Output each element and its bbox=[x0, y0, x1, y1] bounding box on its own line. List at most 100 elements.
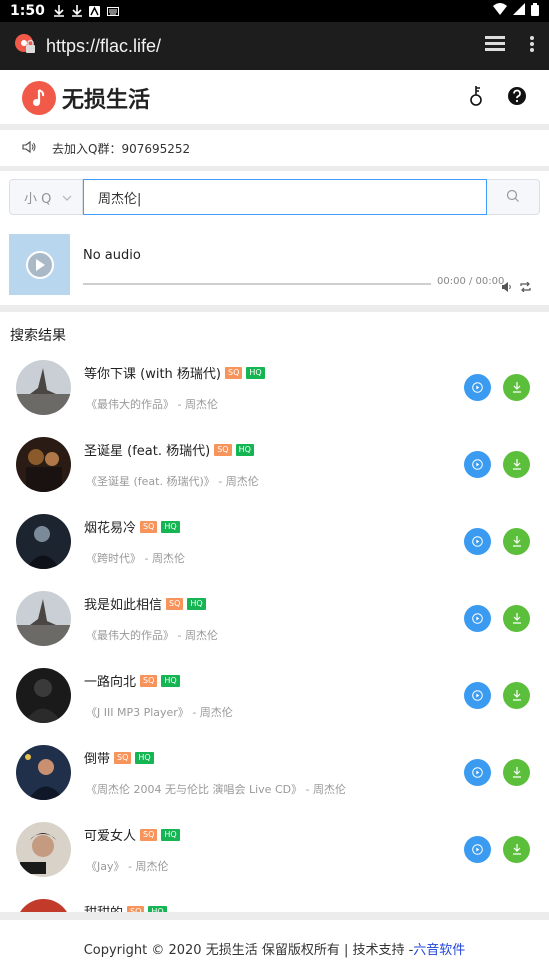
play-circle-icon bbox=[472, 532, 483, 551]
album-art bbox=[16, 360, 71, 415]
help-icon[interactable] bbox=[507, 86, 527, 110]
list-item: 圣诞星 (feat. 杨瑞代) SQ HQ 《圣诞星 (feat. 杨瑞代)》 - … bbox=[0, 437, 549, 514]
song-title[interactable]: 可爱女人 bbox=[84, 825, 136, 844]
song-title[interactable]: 烟花易冷 bbox=[84, 517, 136, 536]
volume-icon[interactable] bbox=[502, 277, 512, 296]
search-icon bbox=[506, 188, 520, 207]
hq-badge: HQ bbox=[161, 520, 180, 533]
footer-link[interactable]: 六音软件 bbox=[413, 939, 465, 958]
list-item: 倒带 SQ HQ 《周杰伦 2004 无与伦比 演唱会 Live CD》 - 周杰伦 bbox=[0, 745, 549, 822]
album-art bbox=[16, 514, 71, 569]
download-icon bbox=[53, 5, 65, 17]
album-art bbox=[16, 437, 71, 492]
album-art bbox=[16, 822, 71, 877]
album-art bbox=[16, 668, 71, 723]
album-art bbox=[16, 899, 71, 912]
download-button[interactable] bbox=[503, 605, 530, 632]
song-title[interactable]: 圣诞星 (feat. 杨瑞代) bbox=[84, 440, 210, 459]
list-item: 等你下课 (with 杨瑞代) SQ HQ 《最伟大的作品》 - 周杰伦 bbox=[0, 360, 549, 437]
source-select[interactable]: 小 Q bbox=[9, 179, 83, 215]
play-button[interactable] bbox=[464, 605, 491, 632]
play-button[interactable] bbox=[464, 374, 491, 401]
search-input[interactable]: 周杰伦| bbox=[83, 179, 487, 215]
loop-icon[interactable] bbox=[520, 277, 531, 296]
site-security-icon[interactable] bbox=[14, 33, 36, 59]
song-album: 《最伟大的作品》 - 周杰伦 bbox=[86, 398, 218, 411]
player-cover bbox=[9, 234, 70, 295]
hq-badge: HQ bbox=[235, 443, 254, 456]
sq-badge: SQ bbox=[114, 751, 132, 764]
search-bar: 小 Q 周杰伦| bbox=[9, 179, 540, 215]
song-album: 《圣诞星 (feat. 杨瑞代)》 - 周杰伦 bbox=[86, 475, 259, 488]
sq-badge: SQ bbox=[225, 366, 243, 379]
play-circle-icon bbox=[472, 455, 483, 474]
download-icon bbox=[512, 686, 522, 705]
download-button[interactable] bbox=[503, 759, 530, 786]
search-button[interactable] bbox=[487, 179, 540, 215]
sq-badge: SQ bbox=[140, 828, 158, 841]
play-circle-icon bbox=[472, 378, 483, 397]
divider bbox=[0, 912, 549, 920]
logo-icon[interactable] bbox=[22, 81, 56, 115]
download-button[interactable] bbox=[503, 451, 530, 478]
divider bbox=[0, 166, 549, 171]
player-title: No audio bbox=[83, 248, 141, 263]
sq-badge: SQ bbox=[140, 674, 158, 687]
song-title[interactable]: 一路向北 bbox=[84, 671, 136, 690]
play-button[interactable] bbox=[464, 528, 491, 555]
list-item: 甜甜的SQHQ bbox=[0, 899, 549, 912]
play-button[interactable] bbox=[464, 682, 491, 709]
tabs-icon[interactable] bbox=[485, 36, 505, 56]
download-icon bbox=[512, 609, 522, 628]
download-icon bbox=[512, 840, 522, 859]
song-title[interactable]: 等你下课 (with 杨瑞代) bbox=[84, 363, 221, 382]
more-menu-icon[interactable] bbox=[529, 35, 535, 57]
song-album: 《最伟大的作品》 - 周杰伦 bbox=[86, 629, 218, 642]
list-item: 烟花易冷 SQ HQ 《跨时代》 - 周杰伦 bbox=[0, 514, 549, 591]
app-notification-icon bbox=[89, 5, 101, 17]
results-heading: 搜索结果 bbox=[10, 328, 66, 344]
footer: Copyright © 2020 无损生活 保留版权所有 | 技术支持 - 六音… bbox=[0, 920, 549, 976]
download-icon bbox=[71, 5, 83, 17]
play-circle-icon bbox=[472, 686, 483, 705]
download-button[interactable] bbox=[503, 528, 530, 555]
notice-text: 去加入Q群：907695252 bbox=[52, 141, 191, 156]
hq-badge: HQ bbox=[187, 597, 206, 610]
url-text[interactable]: https://flac.life/ bbox=[46, 36, 161, 57]
play-button[interactable] bbox=[464, 759, 491, 786]
site-title[interactable]: 无损生活 bbox=[62, 82, 150, 114]
chevron-down-icon bbox=[62, 190, 72, 205]
list-item: 我是如此相信 SQ HQ 《最伟大的作品》 - 周杰伦 bbox=[0, 591, 549, 668]
wifi-icon bbox=[493, 3, 507, 19]
play-circle-icon bbox=[472, 763, 483, 782]
key-icon[interactable] bbox=[469, 85, 483, 111]
song-album: 《Jay》 - 周杰伦 bbox=[86, 860, 169, 873]
search-input-value: 周杰伦| bbox=[98, 191, 142, 207]
progress-bar[interactable] bbox=[83, 283, 431, 285]
download-button[interactable] bbox=[503, 682, 530, 709]
sq-badge: SQ bbox=[166, 597, 184, 610]
status-time: 1:50 bbox=[10, 3, 45, 19]
song-title[interactable]: 倒带 bbox=[84, 748, 110, 767]
play-button[interactable] bbox=[464, 836, 491, 863]
sq-badge: SQ bbox=[214, 443, 232, 456]
browser-address-bar: https://flac.life/ bbox=[0, 22, 549, 70]
audio-player: No audio 00:00 / 00:00 bbox=[9, 234, 540, 296]
list-item: 可爱女人 SQ HQ 《Jay》 - 周杰伦 bbox=[0, 822, 549, 899]
play-button[interactable] bbox=[464, 451, 491, 478]
song-title[interactable]: 甜甜的 bbox=[84, 902, 123, 912]
play-circle-icon bbox=[472, 840, 483, 859]
download-button[interactable] bbox=[503, 374, 530, 401]
play-icon[interactable] bbox=[25, 250, 54, 279]
battery-icon bbox=[531, 2, 539, 20]
download-icon bbox=[512, 378, 522, 397]
download-icon bbox=[512, 532, 522, 551]
download-icon bbox=[512, 763, 522, 782]
album-art bbox=[16, 591, 71, 646]
list-item: 一路向北 SQ HQ 《J III MP3 Player》 - 周杰伦 bbox=[0, 668, 549, 745]
download-button[interactable] bbox=[503, 836, 530, 863]
song-title[interactable]: 我是如此相信 bbox=[84, 594, 162, 613]
source-select-label: 小 Q bbox=[24, 191, 52, 207]
hq-badge: HQ bbox=[246, 366, 265, 379]
site-header: 无损生活 bbox=[0, 70, 549, 126]
